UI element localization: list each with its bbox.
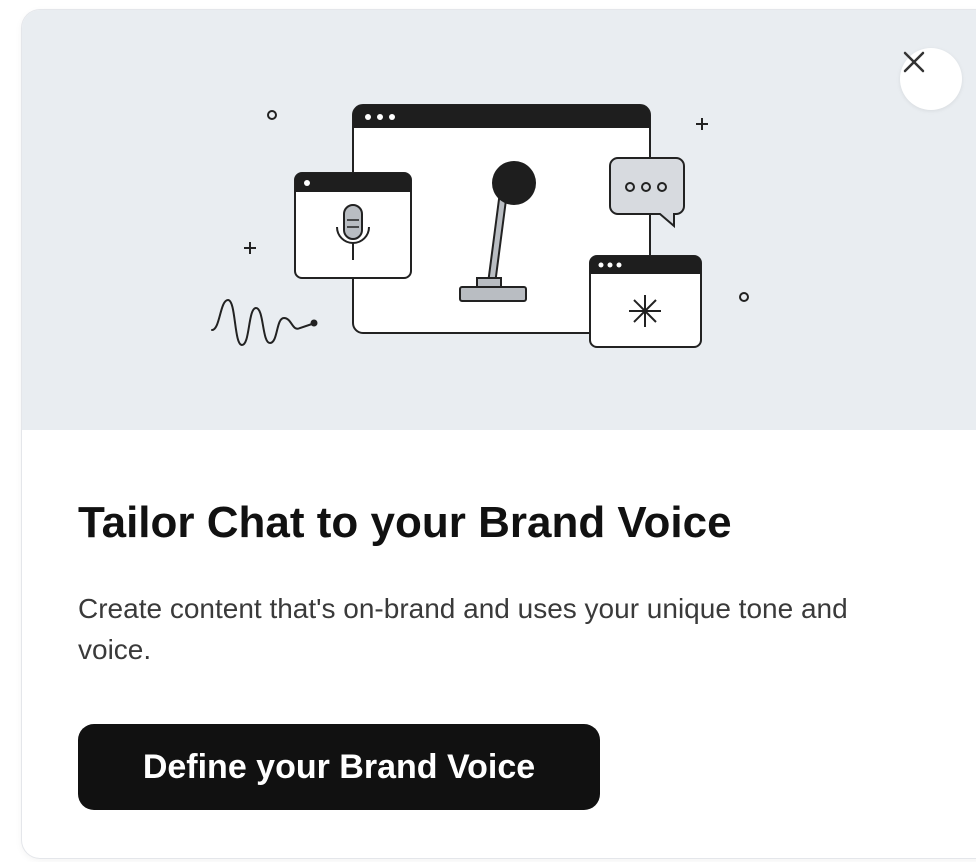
modal-description: Create content that's on-brand and uses … (78, 593, 848, 665)
define-brand-voice-button[interactable]: Define your Brand Voice (78, 724, 600, 810)
decor-circle-icon (739, 292, 749, 302)
sparkle-icon (696, 118, 708, 130)
sound-wave-icon (211, 298, 313, 347)
modal-title: Tailor Chat to your Brand Voice (78, 498, 732, 547)
hero-illustration (22, 10, 976, 430)
microphone-icon (294, 172, 412, 279)
close-button[interactable] (900, 48, 962, 110)
brand-voice-modal: Tailor Chat to your Brand Voice Create c… (22, 10, 976, 858)
close-icon (903, 51, 925, 73)
sparkle-window-icon (589, 255, 702, 348)
sparkle-icon (244, 242, 256, 254)
decor-circle-icon (267, 110, 277, 120)
brand-voice-illustration (211, 104, 749, 348)
